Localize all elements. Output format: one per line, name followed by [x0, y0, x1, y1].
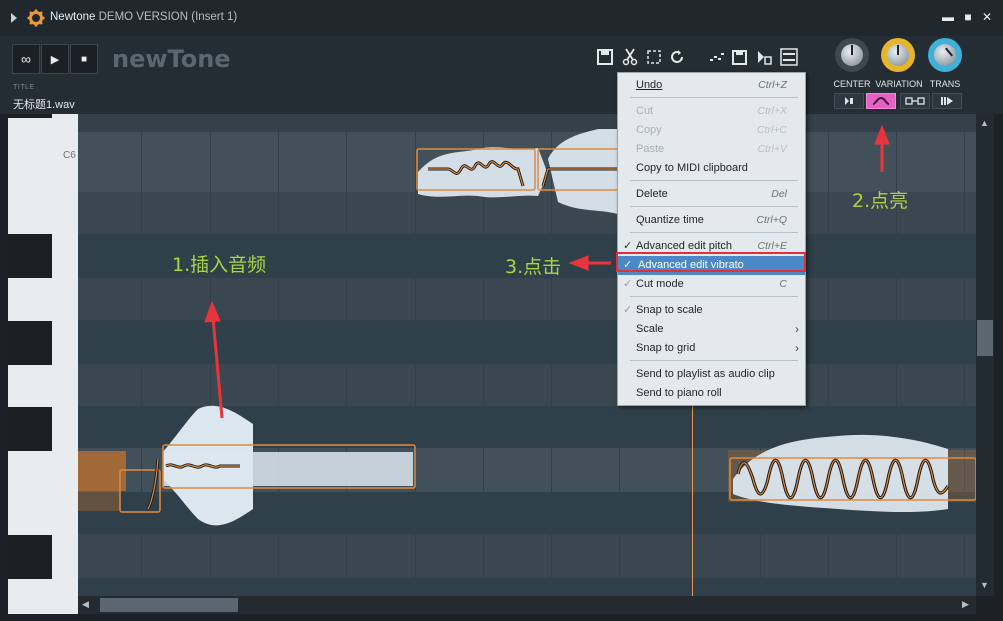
submenu-arrow-icon: ›: [795, 341, 799, 355]
trans-knob[interactable]: [928, 38, 962, 72]
black-key[interactable]: [8, 114, 52, 118]
vertical-scroll-thumb[interactable]: [977, 320, 993, 356]
menu-item-send-to-playlist[interactable]: Send to playlist as audio clip: [618, 365, 805, 384]
menu-item-delete[interactable]: Delete Del: [618, 185, 805, 204]
scatter-icon[interactable]: [706, 44, 728, 70]
window-title: Newtone DEMO VERSION (Insert 1): [50, 11, 237, 23]
vertical-scrollbar[interactable]: ▲ ▼: [976, 114, 994, 596]
loop-button[interactable]: ∞: [12, 44, 40, 74]
variation-label: VARIATION: [875, 79, 923, 89]
left-border: [0, 114, 8, 614]
annotation-step1: 1.插入音频: [172, 254, 267, 276]
menu-item-scale[interactable]: Scale ›: [618, 320, 805, 339]
annotation-step2: 2.点亮: [852, 190, 909, 212]
pitch-grid[interactable]: [78, 114, 976, 596]
select-icon[interactable]: [643, 44, 665, 70]
c6-key-label: C6: [63, 150, 76, 161]
piano-keyboard[interactable]: C6: [8, 114, 78, 614]
menu-item-copy-to-midi[interactable]: Copy to MIDI clipboard: [618, 159, 805, 178]
check-icon: ✓: [623, 278, 633, 290]
app-name: Newtone: [50, 11, 96, 23]
center-knob[interactable]: [835, 38, 869, 72]
scissors-icon[interactable]: [619, 44, 641, 70]
context-menu: Undo Ctrl+Z Cut Ctrl+X Copy Ctrl+C Paste Ctr…: [617, 72, 806, 406]
trans-label: TRANS: [929, 79, 961, 89]
refresh-icon[interactable]: [666, 44, 688, 70]
title-bar: Newtone DEMO VERSION (Insert 1) ▬ ■ ✕: [0, 0, 1003, 36]
maximize-button[interactable]: ■: [961, 10, 975, 24]
save-as-icon[interactable]: [729, 44, 751, 70]
menu-item-send-to-piano-roll[interactable]: Send to piano roll: [618, 384, 805, 403]
menu-item-cut-mode[interactable]: ✓ Cut mode C: [618, 275, 805, 294]
vibrato-mode-button[interactable]: [866, 93, 896, 109]
annotation-step3: 3.点击: [505, 256, 562, 278]
close-button[interactable]: ✕: [980, 10, 994, 24]
minimize-button[interactable]: ▬: [941, 10, 955, 24]
black-key[interactable]: [8, 234, 52, 278]
link-mode-button[interactable]: [900, 93, 930, 109]
gear-icon[interactable]: [27, 9, 45, 27]
expand-arrow-icon[interactable]: [11, 13, 17, 23]
save-icon[interactable]: [594, 44, 616, 70]
title-label: TITLE: [13, 84, 35, 91]
horizontal-scrollbar[interactable]: ◀ ▶: [78, 596, 976, 614]
horizontal-scroll-thumb[interactable]: [100, 598, 238, 612]
menu-item-snap-to-grid[interactable]: Snap to grid ›: [618, 339, 805, 358]
menu-item-cut: Cut Ctrl+X: [636, 105, 787, 117]
step-mode-button[interactable]: [932, 93, 962, 109]
audio-notes: [78, 129, 976, 526]
window-subtitle: DEMO VERSION (Insert 1): [98, 11, 238, 23]
pitch-mode-button[interactable]: [834, 93, 864, 109]
file-name: 无标题1.wav: [13, 99, 75, 111]
scroll-down-icon[interactable]: ▼: [980, 580, 989, 590]
mixer-icon[interactable]: [778, 44, 800, 70]
check-icon: ✓: [623, 240, 633, 252]
black-key[interactable]: [8, 321, 52, 365]
menu-item-snap-to-scale[interactable]: ✓ Snap to scale: [618, 301, 805, 320]
export-icon[interactable]: [753, 44, 775, 70]
stop-button[interactable]: ■: [70, 44, 98, 74]
menu-item-quantize-time[interactable]: Quantize time Ctrl+Q: [618, 211, 805, 230]
black-key[interactable]: [8, 535, 52, 579]
check-icon: ✓: [623, 304, 633, 316]
variation-knob[interactable]: [881, 38, 915, 72]
scroll-right-icon[interactable]: ▶: [962, 599, 969, 610]
submenu-arrow-icon: ›: [795, 322, 799, 336]
menu-item-paste: Paste Ctrl+V: [636, 143, 787, 155]
menu-item-copy: Copy Ctrl+C: [636, 124, 787, 136]
scroll-left-icon[interactable]: ◀: [82, 599, 89, 610]
center-label: CENTER: [833, 79, 871, 89]
scroll-up-icon[interactable]: ▲: [980, 118, 989, 128]
menu-item-undo[interactable]: Undo Ctrl+Z: [618, 76, 805, 95]
play-button[interactable]: ▶: [41, 44, 69, 74]
highlight-box: [616, 252, 806, 272]
black-key[interactable]: [8, 407, 52, 451]
newtone-logo: newTone: [112, 45, 231, 73]
